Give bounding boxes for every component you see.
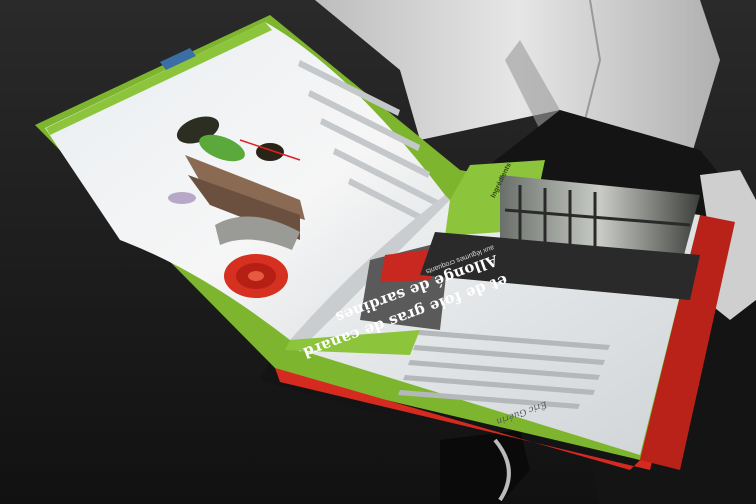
photo-scene: Allongé de sardines et de foie gras de c… <box>0 0 756 504</box>
scene-illustration <box>0 0 756 504</box>
